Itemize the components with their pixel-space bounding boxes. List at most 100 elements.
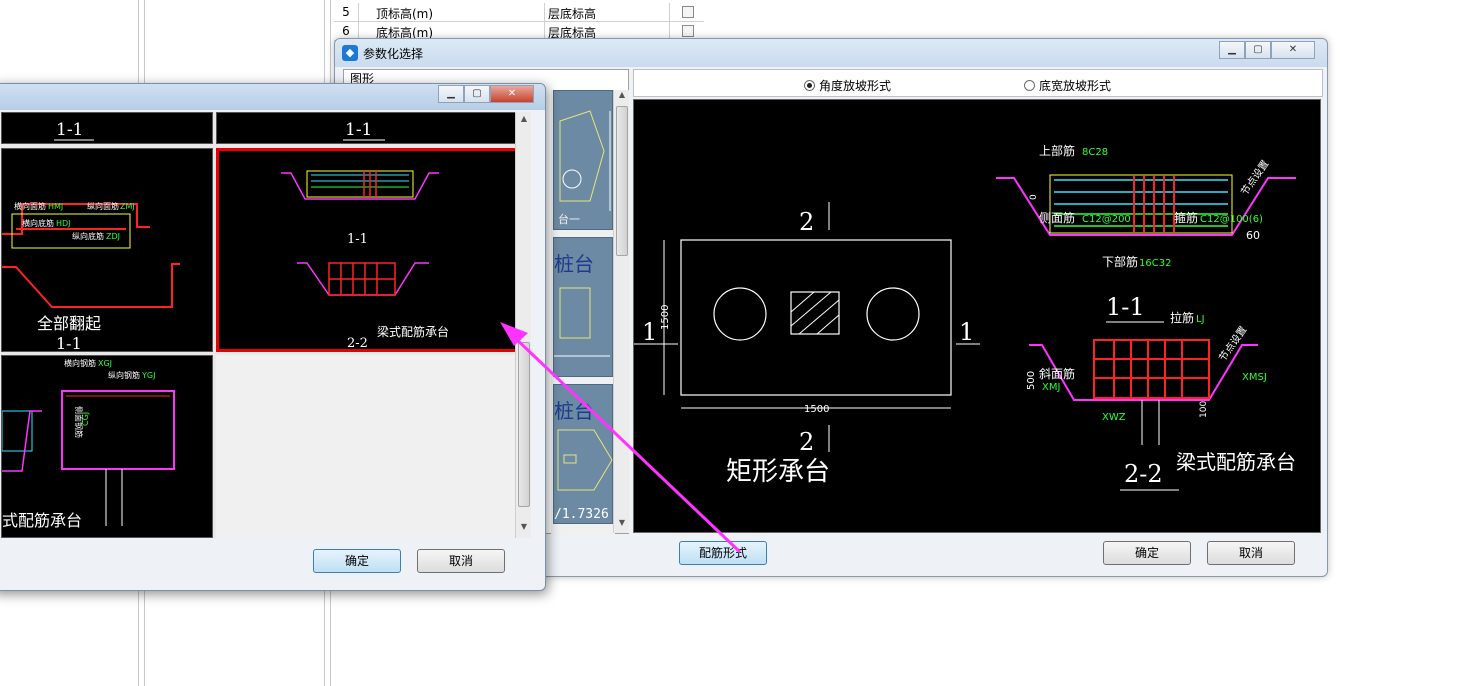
radio-dot[interactable] xyxy=(804,80,815,91)
beam-cap-title: 梁式配筋承台 xyxy=(1176,450,1296,474)
stirrup-label: 箍筋 xyxy=(1174,210,1198,225)
section-label: 2 xyxy=(799,428,814,456)
thumbnail-drawing xyxy=(554,287,610,357)
zdj-value: ZDJ xyxy=(106,232,120,241)
row-checkbox[interactable] xyxy=(682,25,694,37)
cancel-button[interactable]: 取消 xyxy=(1207,541,1295,565)
cell-section-label: 2-2 xyxy=(347,336,368,349)
minimize-button[interactable]: ▁ xyxy=(438,85,464,103)
maximize-button[interactable]: ▢ xyxy=(464,85,490,103)
property-table: 5 顶标高(m) 层底标高 6 底标高(m) 层底标高 xyxy=(334,0,704,41)
cell-section-label: 1-1 xyxy=(56,334,82,352)
rebar-list-scrollbar[interactable]: ▲ ▼ xyxy=(515,112,531,538)
preview-canvas: 2 1 1 1500 1500 2 矩形承台 上部筋 8C28 侧面筋 C12@… xyxy=(633,99,1321,533)
scroll-up-icon[interactable]: ▲ xyxy=(614,90,630,104)
maximize-button[interactable]: ▢ xyxy=(1245,41,1271,59)
title-bar[interactable]: ▁ ▢ ✕ xyxy=(0,84,545,110)
section-11-label: 1-1 xyxy=(1106,293,1145,321)
rebar-form-button[interactable]: 配筋形式 xyxy=(679,541,767,565)
slope-mode-bar: 角度放坡形式 底宽放坡形式 xyxy=(633,69,1323,97)
section-22-label: 2-2 xyxy=(1124,460,1163,488)
scroll-up-icon[interactable]: ▲ xyxy=(516,114,532,128)
stirrup-value: C12@100(6) xyxy=(1200,214,1263,225)
thumbnail-item[interactable]: 桩台 /1.7326 xyxy=(553,384,613,524)
side-bar-value: C12@200 xyxy=(1082,214,1131,225)
rebar-option-cell-empty xyxy=(216,355,518,538)
cap-drawing: 2 1 1 1500 1500 2 矩形承台 上部筋 8C28 侧面筋 C12@… xyxy=(634,143,1296,491)
radio-width-slope[interactable]: 底宽放坡形式 xyxy=(1024,77,1111,94)
thumbnail-scrollbar[interactable]: ▲ ▼ xyxy=(613,90,629,533)
title-bar[interactable]: ◆ 参数化选择 ▁ ▢ ✕ xyxy=(335,39,1327,67)
hxgj-value: XGJ xyxy=(98,359,112,368)
rebar-form-list: 1-1 1-1 横向面筋 HMJ 纵向面筋 ZMJ 横向底筋 HDJ 纵向底筋 … xyxy=(1,112,531,538)
xwz-label: XWZ xyxy=(1102,412,1126,423)
zdj-label: 纵向底筋 xyxy=(72,231,104,241)
hxgj-label: 横向钢筋 xyxy=(64,358,96,368)
rebar-option-cell[interactable]: 横向面筋 HMJ 纵向面筋 ZMJ 横向底筋 HDJ 纵向底筋 ZDJ 全部翻起… xyxy=(1,148,213,352)
zmj-value: ZMJ xyxy=(120,202,135,211)
pile-circle xyxy=(866,287,920,341)
cell-section-label: 1-1 xyxy=(345,120,372,140)
cell-drawing: 1-1 xyxy=(343,120,385,141)
cell-drawing: 横向面筋 HMJ 纵向面筋 ZMJ 横向底筋 HDJ 纵向底筋 ZDJ 全部翻起… xyxy=(2,201,180,352)
thumbnail-drawing xyxy=(557,429,613,491)
rebar-option-cell-selected[interactable]: 1-1 2-2 梁式配筋承台 xyxy=(216,148,518,352)
dim-500: 500 xyxy=(1026,371,1037,390)
app-icon: ◆ xyxy=(342,45,358,61)
rebar-option-cell[interactable]: 1-1 xyxy=(1,112,213,144)
radio-angle-slope[interactable]: 角度放坡形式 xyxy=(804,77,891,94)
table-row[interactable]: 5 顶标高(m) 层底标高 xyxy=(334,3,704,22)
thumbnail-item[interactable]: 桩台 xyxy=(553,237,613,377)
close-button[interactable]: ✕ xyxy=(1271,41,1315,59)
minimize-button[interactable]: ▁ xyxy=(1219,41,1245,59)
ok-button[interactable]: 确定 xyxy=(1103,541,1191,565)
bottom-bar-label: 下部筋 xyxy=(1102,254,1138,269)
row-name: 顶标高(m) xyxy=(376,7,434,21)
section-label: 2 xyxy=(799,208,814,236)
zmj-label: 纵向面筋 xyxy=(87,201,119,211)
thumbnail-drawing xyxy=(559,110,611,211)
zxgj-label: 纵向钢筋 xyxy=(108,370,140,380)
rect-cap-title: 矩形承台 xyxy=(726,457,830,487)
xmsj-label: XMSJ xyxy=(1242,372,1267,383)
tie-bar-label: 拉筋 xyxy=(1170,310,1194,325)
row-value[interactable]: 层底标高 xyxy=(548,5,596,22)
hdj-value: HDJ xyxy=(56,219,71,228)
rebar-option-cell[interactable]: 1-1 xyxy=(216,112,518,144)
hmj-value: HMJ xyxy=(48,202,63,211)
rebar-form-dialog: ▁ ▢ ✕ 1-1 1-1 横向面筋 HMJ 纵向面筋 ZMJ 横向底筋 HDJ… xyxy=(0,83,546,591)
tie-bar-value: LJ xyxy=(1196,314,1205,325)
radio-dot[interactable] xyxy=(1024,80,1035,91)
thumbnail-item[interactable]: 台一 xyxy=(553,90,613,230)
top-bar-label: 上部筋 xyxy=(1039,143,1075,158)
cell-title: 全部翻起 xyxy=(37,314,101,333)
thumbnail-list: 台一 桩台 桩台 /1.7326 xyxy=(551,90,615,535)
ok-button[interactable]: 确定 xyxy=(313,549,401,573)
dim-width-label: 1500 xyxy=(804,404,829,415)
rebar-option-cell[interactable]: 横向钢筋 XGJ 纵向钢筋 YGJ 侧面钢筋 CGJ 式配筋承台 xyxy=(1,355,213,538)
section-label: 1 xyxy=(959,318,974,346)
row-checkbox[interactable] xyxy=(682,6,694,18)
scroll-down-icon[interactable]: ▼ xyxy=(516,522,532,536)
hdj-label: 横向底筋 xyxy=(22,218,54,228)
close-button[interactable]: ✕ xyxy=(490,85,534,103)
dim-zero: 0 xyxy=(1029,194,1039,200)
bottom-bar-value: 16C32 xyxy=(1139,258,1171,269)
top-bar-value: 8C28 xyxy=(1082,147,1108,158)
thumbnail-value: /1.7326 xyxy=(554,507,609,522)
scroll-thumb[interactable] xyxy=(518,342,530,507)
scroll-down-icon[interactable]: ▼ xyxy=(614,518,630,532)
slope-bar-value: XMJ xyxy=(1042,382,1060,393)
dim-height-label: 1500 xyxy=(660,305,671,330)
rebar-cage xyxy=(1093,339,1210,399)
node-setting-label: 节点设置 xyxy=(1217,324,1250,364)
radio-label: 角度放坡形式 xyxy=(819,79,892,93)
scroll-thumb[interactable] xyxy=(616,106,628,256)
pile-circle xyxy=(713,287,767,341)
side-bar-label: 侧面筋 xyxy=(1039,210,1075,225)
row-number: 6 xyxy=(342,24,350,38)
cell-drawing: 横向钢筋 XGJ 纵向钢筋 YGJ 侧面钢筋 CGJ 式配筋承台 xyxy=(2,358,175,530)
cell-section-label: 1-1 xyxy=(56,120,83,140)
dialog-title: 参数化选择 xyxy=(363,47,424,61)
cancel-button[interactable]: 取消 xyxy=(417,549,505,573)
